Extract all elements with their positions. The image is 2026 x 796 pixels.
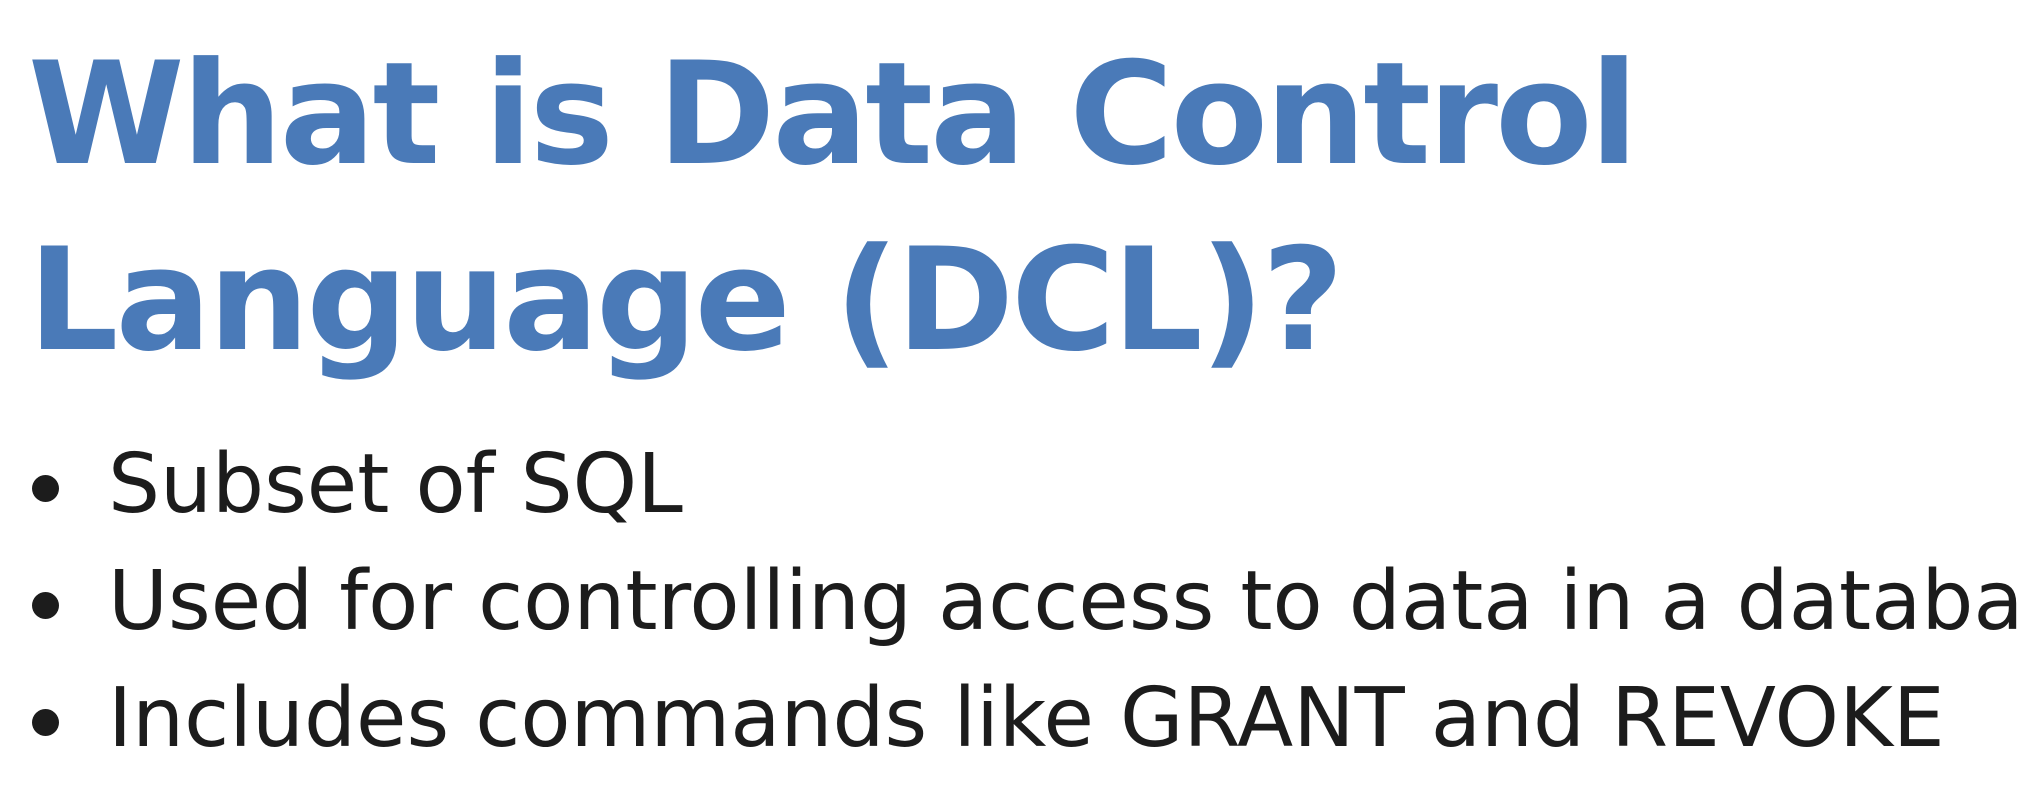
bullet-dot-icon: [32, 475, 59, 502]
slide-title: What is Data Control Language (DCL)?: [28, 22, 1828, 394]
title-line-1: What is Data Control: [28, 32, 1638, 197]
bullet-text: Used for controlling access to data in a…: [108, 554, 2026, 649]
bullet-dot-icon: [32, 709, 59, 736]
bullet-text: Includes commands like GRANT and REVOKE: [108, 671, 1945, 766]
bullet-item-subset: Subset of SQL: [28, 426, 2026, 543]
bullet-text: Subset of SQL: [108, 437, 683, 532]
bullet-item-access-control: Used for controlling access to data in a…: [28, 543, 2026, 660]
bullet-dot-icon: [32, 592, 59, 619]
slide: What is Data Control Language (DCL)? Sub…: [0, 0, 2026, 796]
bullet-item-commands: Includes commands like GRANT and REVOKE: [28, 660, 2026, 777]
bullet-list: Subset of SQL Used for controlling acces…: [28, 426, 2026, 777]
title-line-2: Language (DCL)?: [28, 218, 1344, 383]
